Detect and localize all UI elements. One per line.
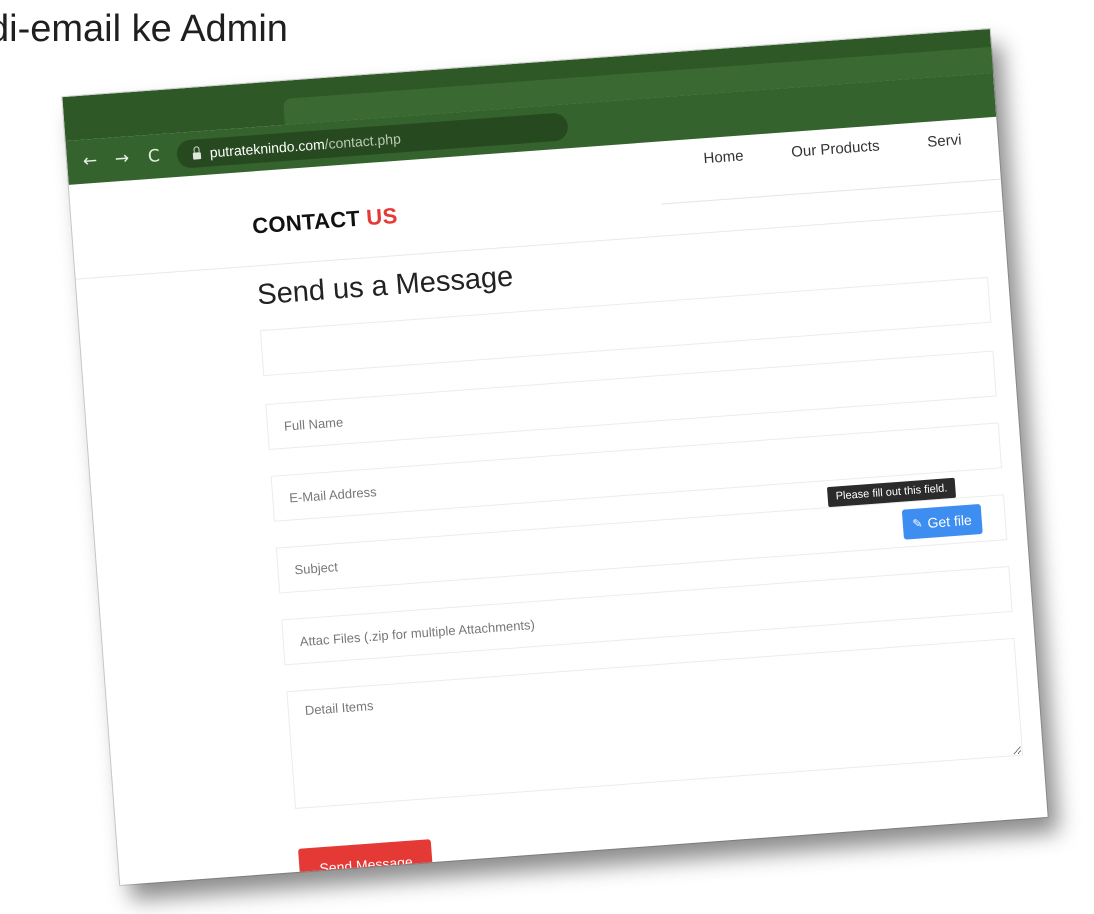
nav-link-our-products[interactable]: Our Products	[791, 137, 880, 160]
url-domain: putrateknindo.com	[209, 136, 326, 161]
reload-icon[interactable]: C	[144, 146, 163, 167]
get-file-button[interactable]: ✎ Get file	[901, 503, 983, 540]
lock-icon	[192, 151, 202, 160]
nav-link-home[interactable]: Home	[703, 147, 744, 167]
logo-main-text: CONTACT	[251, 205, 368, 239]
send-message-button[interactable]: Send Message	[298, 839, 435, 885]
screenshot-card: ← → C putrateknindo.com /contact.php CON…	[62, 29, 1048, 885]
contact-form: Send us a Message Please fill out this f…	[256, 226, 1029, 885]
url-path: /contact.php	[324, 130, 402, 153]
paperclip-icon: ✎	[911, 516, 923, 531]
detail-items-field[interactable]	[286, 637, 1024, 809]
get-file-label: Get file	[926, 511, 973, 531]
site-logo[interactable]: CONTACT US	[251, 203, 398, 240]
nav-divider	[661, 178, 1001, 205]
slide-caption: di-email ke Admin	[0, 8, 288, 50]
forward-icon[interactable]: →	[112, 148, 131, 169]
main-nav: Home Our Products Servi	[703, 131, 962, 167]
nav-link-services[interactable]: Servi	[927, 131, 962, 150]
back-icon[interactable]: ←	[80, 151, 99, 172]
logo-accent-text: US	[365, 202, 399, 231]
